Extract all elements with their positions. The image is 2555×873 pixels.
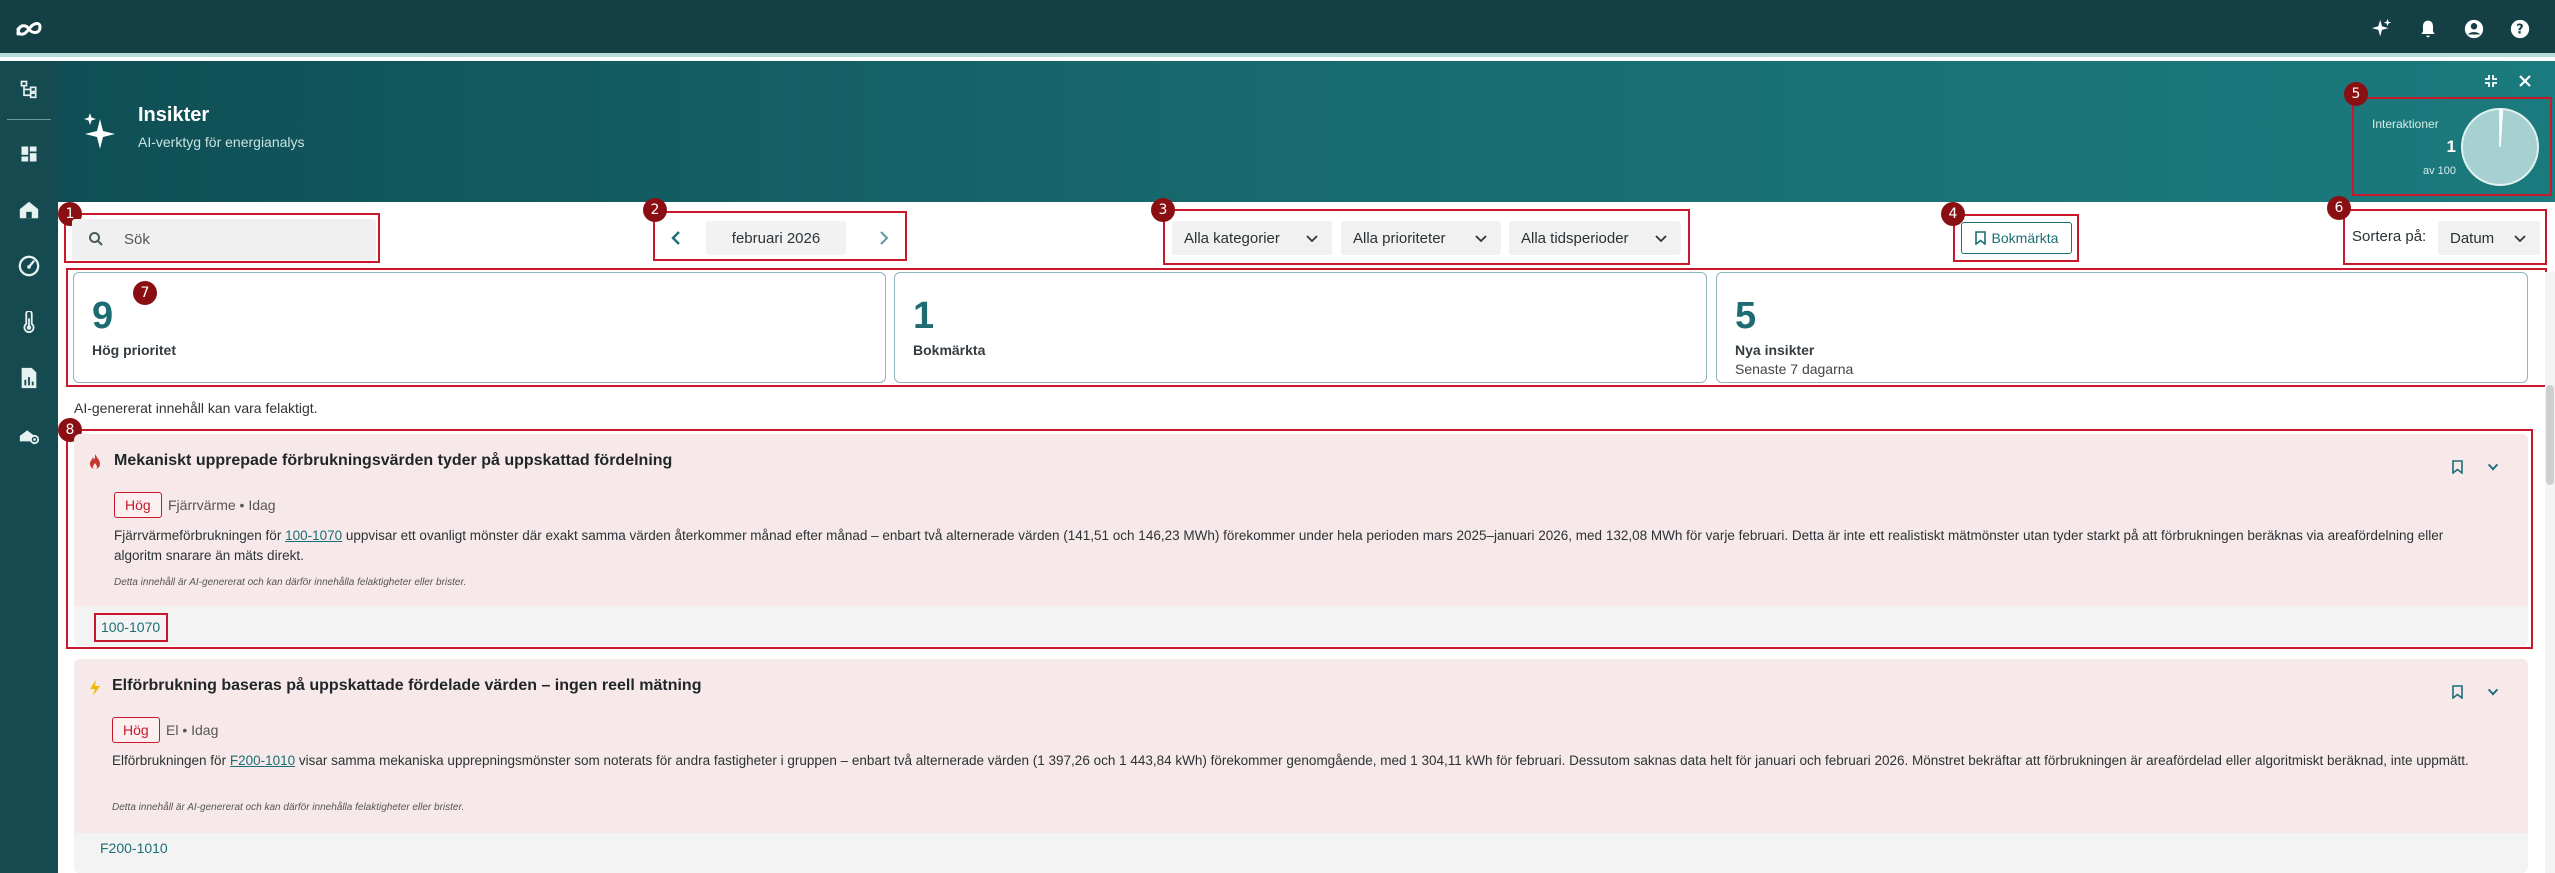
logo-icon[interactable] <box>14 18 44 40</box>
priority-badge: Hög <box>114 492 162 518</box>
chevron-right-icon[interactable] <box>872 226 896 250</box>
chevron-down-icon <box>1306 235 1318 243</box>
dashboard-icon[interactable] <box>0 126 58 182</box>
chevron-left-icon[interactable] <box>664 226 688 250</box>
annotation-badge: 7 <box>133 281 157 305</box>
insight-card: Mekaniskt upprepade förbrukningsvärden t… <box>74 434 2528 646</box>
scrollbar-thumb[interactable] <box>2546 385 2554 485</box>
search-input[interactable] <box>124 226 364 252</box>
insight-title[interactable]: Elförbrukning baseras på uppskattade för… <box>112 677 701 695</box>
category-select[interactable]: Alla kategorier <box>1172 221 1332 255</box>
stat-card-high-priority[interactable]: 9 Hög prioritet <box>73 272 886 383</box>
close-icon[interactable] <box>2517 73 2533 89</box>
insight-body: Elförbrukningen för F200-1010 visar samm… <box>112 751 2492 771</box>
ai-disclaimer: AI-genererat innehåll kan vara felaktigt… <box>74 400 318 416</box>
scrollbar-track[interactable] <box>2545 272 2555 873</box>
insight-body: Fjärrvärmeförbrukningen för 100-1070 upp… <box>114 526 2494 566</box>
help-icon[interactable]: ? <box>2507 16 2533 42</box>
interactions-value: 1 <box>2446 137 2456 156</box>
chevron-down-icon[interactable] <box>2484 458 2502 476</box>
category-select-value: Alla kategorier <box>1184 229 1280 247</box>
month-navigator: februari 2026 <box>656 216 904 260</box>
chevron-down-icon[interactable] <box>2484 683 2502 701</box>
priority-select-value: Alla prioriteter <box>1353 229 1446 247</box>
gauge-icon[interactable] <box>0 238 58 294</box>
bell-icon[interactable] <box>2415 16 2441 42</box>
insight-body-text: visar samma mekaniska upprepningsmönster… <box>295 753 2469 768</box>
sort-select-value: Datum <box>2450 229 2495 247</box>
interactions-meter: Interaktioner 1 av 100 <box>2352 97 2552 196</box>
insights-header: Insikter AI-verktyg för energianalys <box>58 61 2555 202</box>
insight-body-text: uppvisar ett ovanligt mönster där exakt … <box>114 528 2444 563</box>
insight-body-text: Fjärrvärmeförbrukningen för <box>114 528 286 543</box>
sidebar <box>0 61 58 873</box>
stat-card-new-insights[interactable]: 5 Nya insikter Senaste 7 dagarna <box>1716 272 2528 383</box>
stat-label: Hög prioritet <box>92 342 176 358</box>
period-select[interactable]: Alla tidsperioder <box>1509 221 1681 255</box>
bookmarked-filter-button[interactable]: Bokmärkta <box>1961 222 2072 254</box>
insight-body-text: Elförbrukningen för <box>112 753 230 768</box>
sort-label: Sortera på: <box>2352 228 2427 245</box>
ai-note: Detta innehåll är AI-genererat och kan d… <box>114 577 467 588</box>
bookmark-icon[interactable] <box>2448 458 2466 476</box>
priority-select[interactable]: Alla prioriteter <box>1341 221 1501 255</box>
account-icon[interactable] <box>2461 16 2487 42</box>
sidebar-divider <box>7 119 51 120</box>
building-icon[interactable] <box>0 182 58 238</box>
property-chip[interactable]: F200-1010 <box>100 840 168 856</box>
chevron-down-icon <box>1655 235 1667 243</box>
insight-meta: El • Idag <box>166 722 219 738</box>
lightning-icon <box>90 680 100 696</box>
stat-sublabel: Senaste 7 dagarna <box>1735 361 1854 377</box>
current-month[interactable]: februari 2026 <box>706 221 846 255</box>
stat-value: 1 <box>913 295 935 337</box>
bookmark-icon[interactable] <box>2448 683 2466 701</box>
property-link[interactable]: F200-1010 <box>230 753 295 768</box>
stat-value: 9 <box>92 295 114 337</box>
collapse-icon[interactable] <box>2483 73 2499 89</box>
bookmarked-filter-label: Bokmärkta <box>1991 230 2059 246</box>
bookmark-icon <box>1974 231 1986 245</box>
stat-label: Bokmärkta <box>913 342 986 358</box>
sort-select[interactable]: Datum <box>2438 221 2540 255</box>
settings-cluster-icon[interactable] <box>0 406 58 462</box>
chevron-down-icon <box>1475 235 1487 243</box>
page-subtitle: AI-verktyg för energianalys <box>138 134 305 150</box>
priority-badge: Hög <box>112 717 160 743</box>
card-footer <box>74 606 2528 646</box>
property-link[interactable]: 100-1070 <box>285 528 342 543</box>
svg-text:?: ? <box>2516 23 2523 38</box>
annotation-badge: 6 <box>2327 196 2351 220</box>
stat-label: Nya insikter <box>1735 342 1815 358</box>
chevron-down-icon <box>2514 235 2526 243</box>
stat-card-bookmarked[interactable]: 1 Bokmärkta <box>894 272 1707 383</box>
tree-icon[interactable] <box>0 61 58 117</box>
search-icon <box>89 232 103 246</box>
sparkle-icon <box>84 113 115 149</box>
search-box <box>72 219 376 260</box>
insight-card: Elförbrukning baseras på uppskattade för… <box>74 659 2528 873</box>
report-icon[interactable] <box>0 350 58 406</box>
stat-value: 5 <box>1735 295 1757 337</box>
interactions-max: av 100 <box>2422 165 2456 177</box>
interactions-gauge <box>2461 108 2539 186</box>
annotation-badge: 3 <box>1151 198 1175 222</box>
annotation-badge: 5 <box>2344 82 2368 106</box>
insight-title[interactable]: Mekaniskt upprepade förbrukningsvärden t… <box>114 452 672 470</box>
insight-meta: Fjärrvärme • Idag <box>168 497 276 513</box>
card-footer <box>74 833 2528 873</box>
ai-note: Detta innehåll är AI-genererat och kan d… <box>112 802 465 813</box>
sparkle-icon[interactable] <box>2369 16 2395 42</box>
interactions-label: Interaktioner <box>2372 117 2439 131</box>
top-bar: ? <box>0 0 2555 57</box>
page-title: Insikter <box>138 104 210 126</box>
flame-icon <box>90 454 100 469</box>
period-select-value: Alla tidsperioder <box>1521 229 1629 247</box>
thermometer-icon[interactable] <box>0 294 58 350</box>
property-chip[interactable]: 100-1070 <box>101 619 160 635</box>
